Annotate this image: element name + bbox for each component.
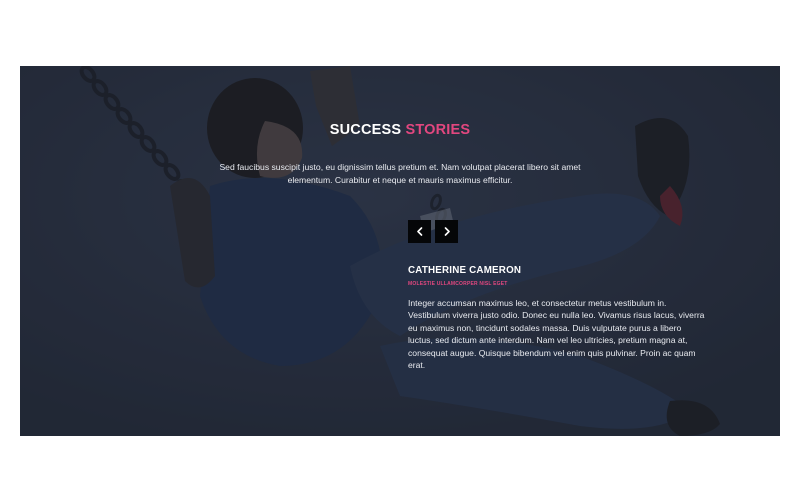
chevron-left-icon (416, 227, 422, 236)
slider-next-button[interactable] (435, 220, 458, 243)
success-stories-section: SUCCESS STORIES Sed faucibus suscipit ju… (20, 66, 780, 436)
testimonial-quote: Integer accumsan maximus leo, et consect… (408, 298, 705, 371)
heading-main: SUCCESS (329, 122, 402, 138)
heading-accent: STORIES (405, 122, 471, 138)
slider-prev-button[interactable] (408, 220, 431, 243)
chevron-right-icon (444, 227, 450, 236)
section-intro: Sed faucibus suscipit justo, eu dignissi… (219, 162, 581, 185)
testimonial-role: MOLESTIE ULLAMCORPER NISL EGET (408, 281, 508, 287)
section-heading: SUCCESS STORIES (20, 122, 780, 138)
testimonial-name: CATHERINE CAMERON (408, 265, 522, 276)
